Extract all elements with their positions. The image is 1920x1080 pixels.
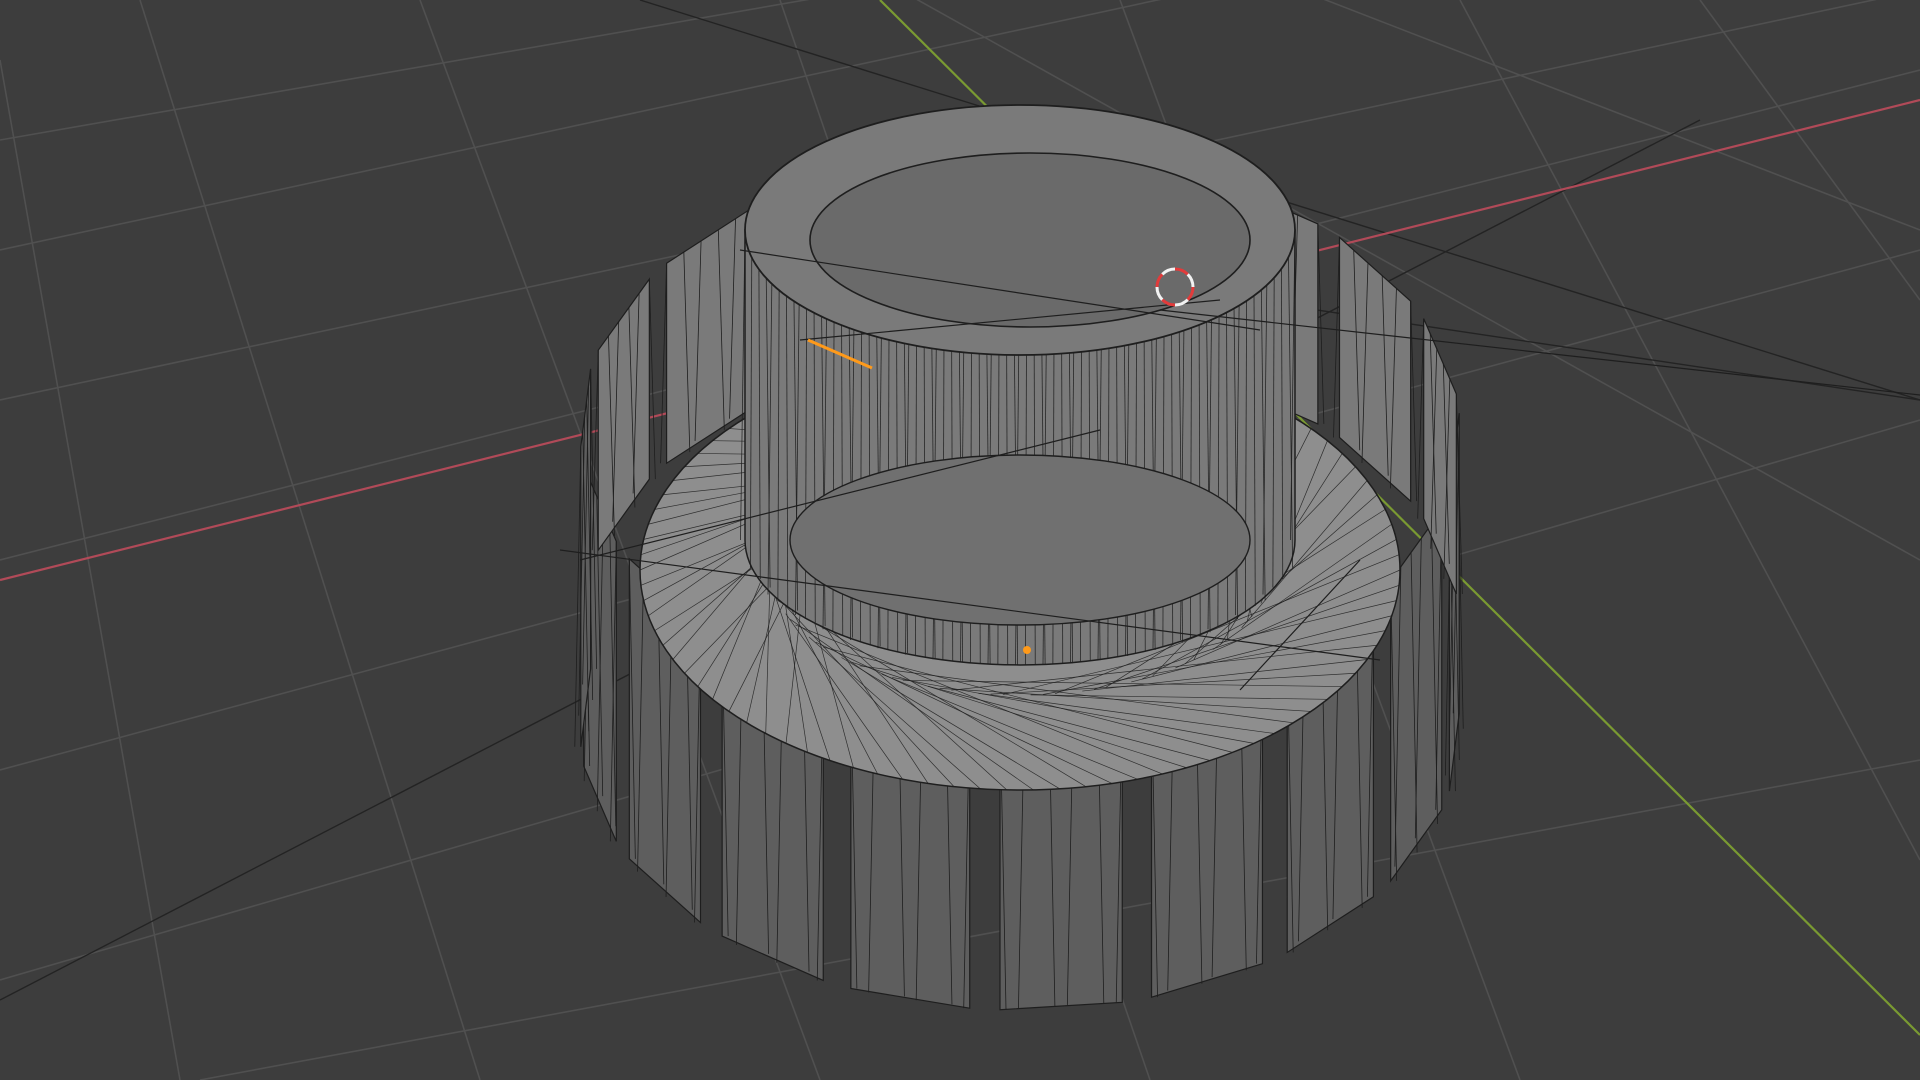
- tooth-wire: [660, 263, 667, 464]
- hub-bore-floor: [789, 454, 1251, 626]
- grid-line: [1323, 0, 1920, 231]
- grid-line: [0, 59, 181, 1080]
- grid-line: [1699, 0, 1920, 301]
- grid-line: [0, 0, 810, 141]
- object-origin-point[interactable]: [1023, 646, 1031, 654]
- viewport-canvas[interactable]: [0, 0, 1920, 1080]
- gear-tooth: [597, 277, 650, 553]
- gear-object[interactable]: [559, 104, 1920, 1011]
- 3d-viewport[interactable]: [0, 0, 1920, 1080]
- tooth-wire: [1410, 301, 1418, 502]
- tooth-wire: [1417, 318, 1425, 519]
- tooth-wire: [648, 279, 656, 480]
- tooth-wire: [1317, 223, 1325, 424]
- tooth-wire: [574, 446, 582, 747]
- grid-line: [139, 0, 481, 1080]
